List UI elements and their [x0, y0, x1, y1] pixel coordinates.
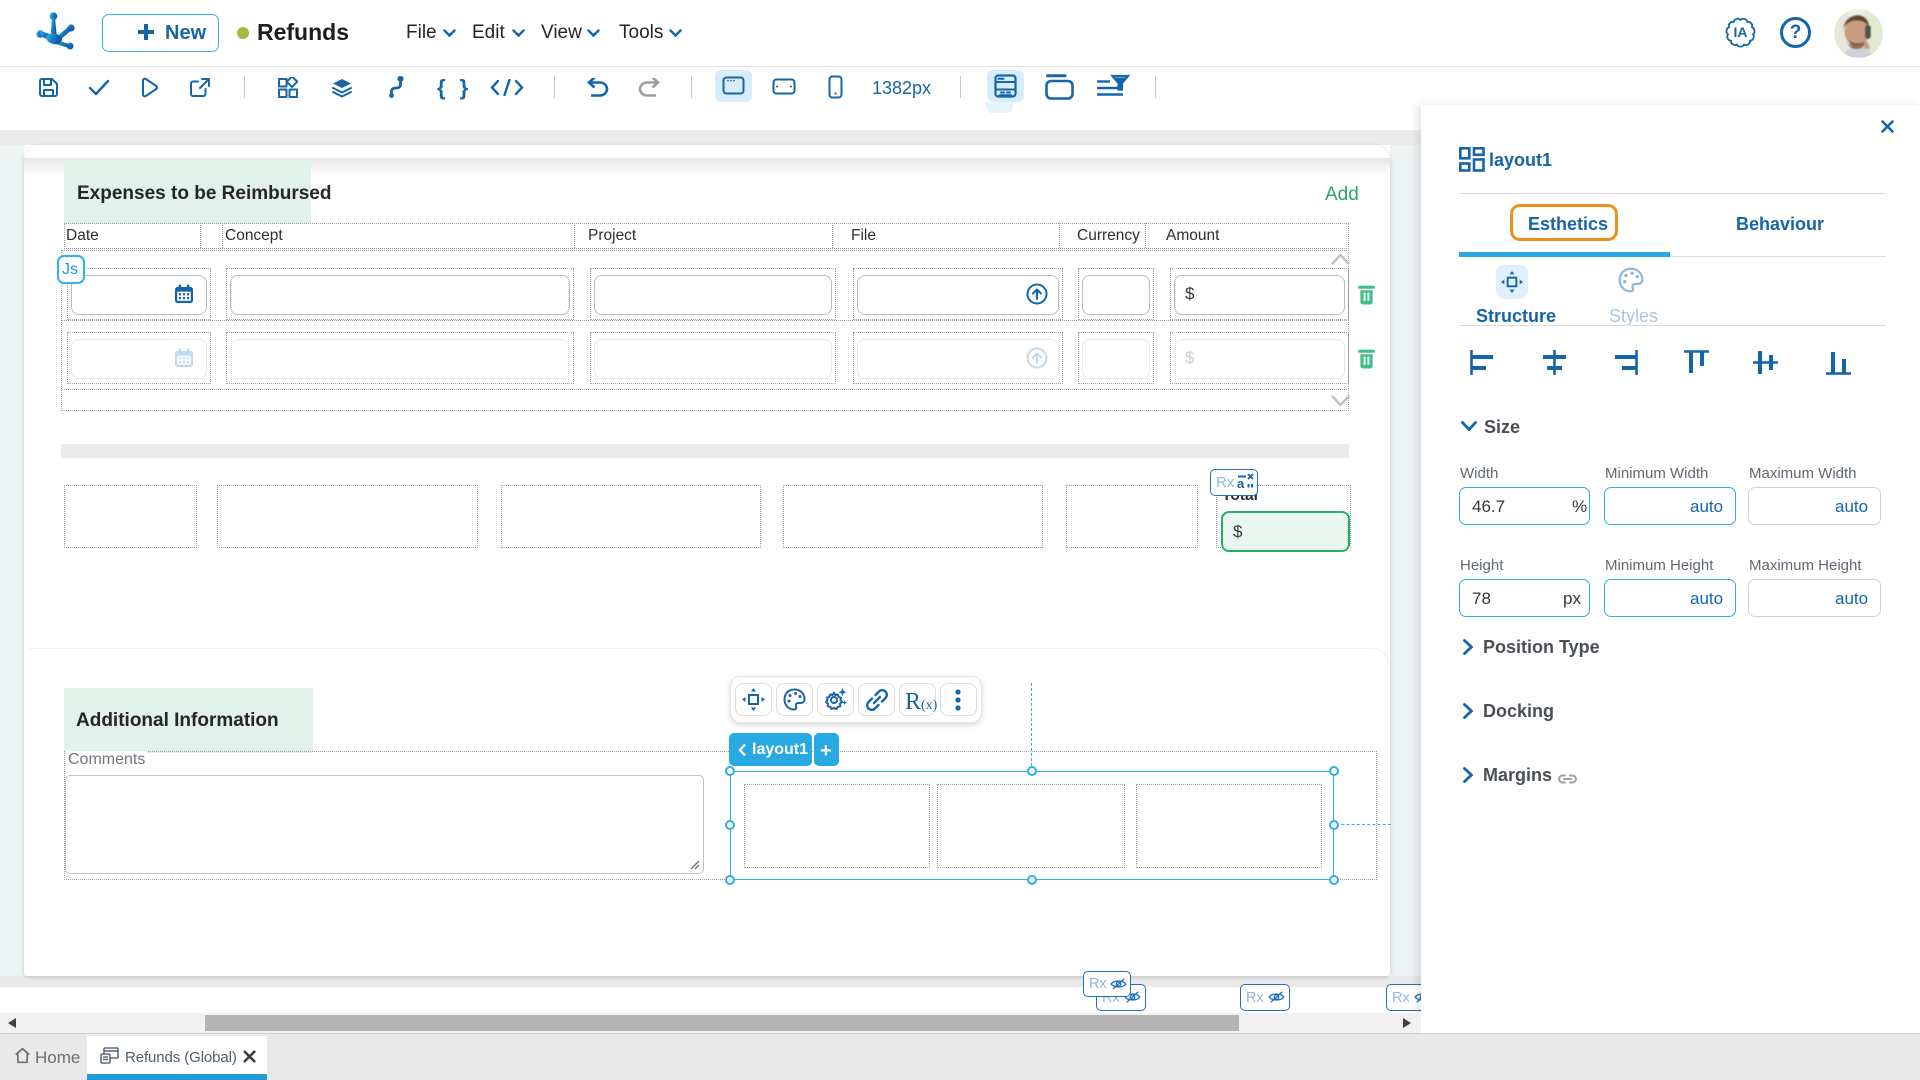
svg-text:a: a: [1237, 476, 1245, 491]
